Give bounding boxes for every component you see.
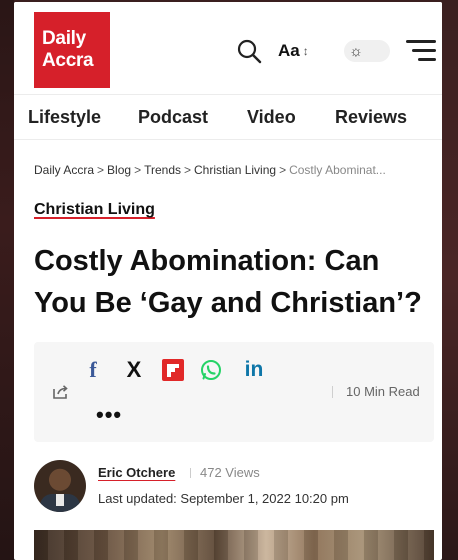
category-nav: Lifestyle Podcast Video Reviews E xyxy=(14,94,442,140)
site-logo[interactable]: Daily Accra xyxy=(34,12,110,88)
font-size-arrows-icon: ↕ xyxy=(302,44,309,58)
divider xyxy=(332,386,333,398)
search-icon[interactable] xyxy=(236,38,262,64)
view-count: 472 Views xyxy=(200,465,260,480)
theme-toggle[interactable]: ☼ xyxy=(344,40,390,62)
author-avatar[interactable] xyxy=(34,460,86,512)
facebook-icon[interactable]: f xyxy=(84,357,102,382)
nav-item-podcast[interactable]: Podcast xyxy=(138,107,208,128)
sun-icon: ☼ xyxy=(349,42,363,60)
breadcrumb-current: Costly Abominat... xyxy=(289,163,386,177)
breadcrumb-separator: > xyxy=(97,163,105,177)
background-frame-right xyxy=(442,0,458,560)
logo-line-1: Daily xyxy=(42,28,86,49)
share-icon[interactable] xyxy=(52,384,70,400)
breadcrumb-item[interactable]: Christian Living xyxy=(194,163,276,177)
nav-item-reviews[interactable]: Reviews xyxy=(335,107,407,128)
nav-item-lifestyle[interactable]: Lifestyle xyxy=(28,107,101,128)
font-size-label: Aa xyxy=(278,41,300,60)
more-options-icon[interactable]: ••• xyxy=(96,402,122,428)
article-title: Costly Abomination: Can You Be ‘Gay and … xyxy=(34,245,422,319)
flipboard-icon[interactable] xyxy=(162,359,184,381)
breadcrumb-item[interactable]: Daily Accra xyxy=(34,163,94,177)
linkedin-icon[interactable]: in xyxy=(239,358,269,382)
last-updated: Last updated: September 1, 2022 10:20 pm xyxy=(98,491,349,506)
avatar-collar xyxy=(56,494,64,506)
read-time: 10 Min Read xyxy=(346,384,420,399)
font-size-button[interactable]: Aa ↕ xyxy=(278,38,309,64)
whatsapp-icon[interactable] xyxy=(199,358,223,382)
phone-screen: Daily Accra Aa ↕ ☼ Lifestyle Podcast Vid… xyxy=(14,2,442,560)
x-twitter-icon[interactable]: X xyxy=(122,357,146,382)
hamburger-menu-icon[interactable] xyxy=(406,40,436,62)
divider xyxy=(190,468,191,478)
breadcrumb-separator: > xyxy=(184,163,192,177)
background-frame-left xyxy=(0,0,14,560)
site-header: Daily Accra Aa ↕ ☼ xyxy=(14,2,442,92)
breadcrumb-item[interactable]: Blog xyxy=(107,163,131,177)
author-name-link[interactable]: Eric Otchere xyxy=(98,465,175,480)
category-link[interactable]: Christian Living xyxy=(34,201,155,219)
featured-image xyxy=(34,530,434,560)
logo-line-2: Accra xyxy=(42,50,94,71)
nav-item-video[interactable]: Video xyxy=(247,107,296,128)
breadcrumb-item[interactable]: Trends xyxy=(144,163,181,177)
breadcrumb: Daily Accra > Blog > Trends > Christian Living… xyxy=(34,163,434,177)
breadcrumb-separator: > xyxy=(279,163,287,177)
breadcrumb-separator: > xyxy=(134,163,142,177)
share-bar: f X in ••• 10 Min Read xyxy=(34,342,434,442)
